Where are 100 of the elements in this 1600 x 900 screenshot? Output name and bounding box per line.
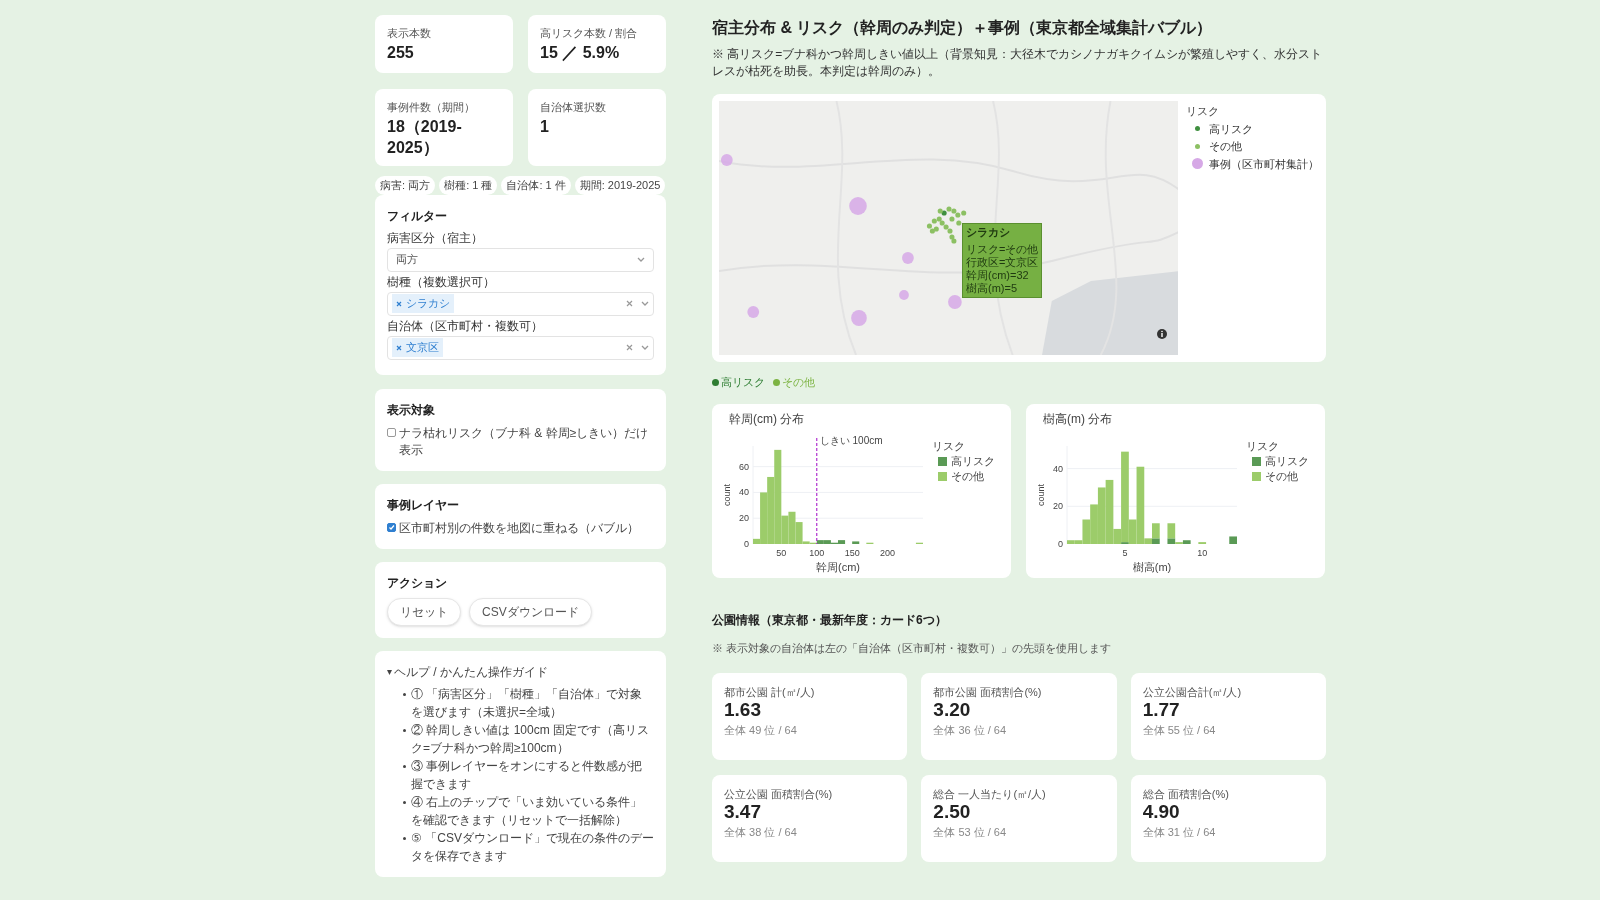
info-icon — [1157, 329, 1167, 339]
histogram-bar — [1097, 486, 1106, 544]
stat-label: 都市公園 計(㎡/人) — [724, 686, 816, 699]
help-text: ② 幹周しきい値は 100cm 固定です（高リスク=ブナ科かつ幹周≥100cm） — [411, 721, 651, 757]
panel-title: アクション — [387, 574, 448, 592]
field-label: 自治体（区市町村・複数可） — [387, 318, 544, 334]
histogram-bar — [852, 540, 860, 544]
tooltip-line: 行政区=文京区 — [966, 256, 1039, 269]
x-axis-label: 樹高(m) — [1132, 560, 1172, 573]
y-tick-label: 20 — [739, 512, 749, 523]
kpi-value: 15 ／ 5.9% — [540, 43, 621, 63]
kpi-label: 事例件数（期間） — [387, 101, 476, 114]
tooltip-line: 樹高(m)=5 — [966, 282, 1019, 295]
tooltip-title: シラカシ — [966, 226, 1011, 239]
kpi-value: 255 — [387, 43, 415, 63]
legend-label: 高リスク — [1209, 121, 1253, 137]
multi-select-field[interactable]: シラカシ — [387, 291, 654, 316]
help-toggle[interactable]: ▾ ヘルプ / かんたん操作ガイド — [387, 662, 654, 681]
stat-rank: 全体 55 位 / 64 — [1142, 723, 1217, 738]
kpi-label: 高リスク本数 / 割合 — [540, 27, 639, 40]
action-button[interactable]: リセット — [387, 597, 461, 626]
clear-icon — [626, 344, 633, 351]
selected-tag[interactable]: シラカシ — [392, 294, 454, 313]
checkbox[interactable] — [387, 522, 396, 532]
threshold-label: しきい 100cm — [819, 434, 883, 446]
tooltip-line: リスク=その他 — [966, 243, 1039, 256]
note-text: ※ 高リスク=ブナ科かつ幹周しきい値以上（背景知見：大径木でカシノナガキクイムシが繁殖しやすく、水分ストレスが枯死を助長。本判定は幹周のみ）。 — [712, 46, 1324, 80]
panel-title: フィルター — [387, 207, 448, 225]
legend-label: その他 — [951, 469, 984, 482]
legend-label: 事例（区市町村集計） — [1209, 156, 1319, 172]
x-tick-label: 10 — [1197, 547, 1208, 558]
multi-select-field[interactable]: 文京区 — [387, 335, 654, 360]
page-title: 宿主分布 & リスク（幹周のみ判定）＋事例（東京都全域集計バブル） — [712, 18, 1214, 38]
caret-icon — [637, 256, 645, 263]
filter-chip: 自治体: 1 件 — [501, 176, 571, 195]
legend-label: その他 — [1209, 139, 1242, 154]
checkbox[interactable] — [387, 427, 396, 437]
selected-tag[interactable]: 文京区 — [392, 338, 443, 357]
kpi-value: 18（2019-2025） — [387, 117, 463, 158]
y-tick-label: 40 — [1053, 463, 1063, 474]
y-tick-label: 40 — [739, 486, 749, 497]
chart-title: 幹周(cm) 分布 — [728, 410, 806, 428]
legend-label: 高リスク — [721, 375, 765, 390]
legend-label: 高リスク — [1265, 454, 1309, 467]
y-axis-label: count — [722, 483, 732, 506]
stat-label: 総合 一人当たり(㎡/人) — [933, 788, 1047, 801]
action-button[interactable]: CSVダウンロード — [469, 597, 592, 626]
x-tick-label: 50 — [776, 547, 787, 558]
y-axis-label: count — [1036, 483, 1046, 506]
check-icon — [388, 523, 395, 531]
stat-value: 4.90 — [1142, 801, 1181, 822]
stat-value: 1.77 — [1142, 699, 1181, 720]
y-tick-label: 60 — [739, 461, 749, 472]
stat-label: 総合 面積割合(%) — [1142, 788, 1230, 801]
legend-title: リスク — [1186, 104, 1220, 119]
section-title: 公園情報（東京都・最新年度：カード6つ） — [712, 611, 948, 629]
x-tick-label: 200 — [880, 547, 896, 558]
x-tick-label: 100 — [809, 547, 825, 558]
help-text: ④ 右上のチップで「いま効いている条件」を確認できます（リセットで一括解除） — [411, 793, 644, 829]
filter-chip: 期間: 2019-2025 — [574, 176, 666, 195]
stat-rank: 全体 49 位 / 64 — [724, 723, 798, 738]
kpi-label: 表示本数 — [387, 27, 432, 40]
stat-rank: 全体 38 位 / 64 — [724, 825, 798, 840]
note-text: ※ 表示対象の自治体は左の「自治体（区市町村・複数可）」の先頭を使用します — [712, 640, 1113, 656]
field-label: 樹種（複数選択可） — [387, 274, 496, 290]
field-label: 病害区分（宿主） — [387, 230, 484, 246]
stat-label: 公立公園 面積割合(%) — [724, 788, 834, 801]
stat-value: 3.20 — [933, 699, 972, 720]
dropdown-field[interactable]: 両方 — [387, 247, 654, 272]
x-tick-label: 150 — [844, 547, 860, 558]
filter-chip: 病害: 両方 — [375, 176, 436, 195]
remove-icon — [396, 300, 402, 307]
legend-label: その他 — [782, 375, 815, 390]
stat-value: 1.63 — [724, 699, 762, 720]
stat-value: 3.47 — [724, 801, 762, 822]
y-tick-label: 20 — [1053, 500, 1063, 511]
histogram-bar — [1229, 535, 1237, 544]
panel-title: 事例レイヤー — [387, 496, 460, 514]
checkbox-option[interactable]: 区市町村別の件数を地図に重ねる（バブル） — [387, 519, 654, 537]
stat-rank: 全体 53 位 / 64 — [933, 825, 1008, 840]
panel-title: 表示対象 — [387, 401, 436, 419]
clear-icon — [626, 300, 633, 307]
kpi-label: 自治体選択数 — [540, 101, 607, 114]
caret-icon — [641, 300, 649, 307]
y-tick-label: 0 — [1058, 538, 1063, 549]
stat-rank: 全体 36 位 / 64 — [933, 723, 1008, 738]
checkbox-option[interactable]: ナラ枯れリスク（ブナ科 & 幹周≥しきい）だけ表示 — [387, 424, 654, 459]
stat-value: 2.50 — [933, 801, 972, 822]
stat-label: 公立公園合計(㎡/人) — [1142, 686, 1243, 699]
filter-chip: 樹種: 1 種 — [439, 176, 498, 195]
kpi-value: 1 — [540, 117, 550, 137]
histogram-bar — [1198, 541, 1207, 544]
x-tick-label: 5 — [1122, 547, 1128, 558]
help-text: ③ 事例レイヤーをオンにすると件数感が把握できます — [411, 757, 644, 793]
legend-label: 高リスク — [951, 454, 995, 467]
help-text: ⑤ 「CSVダウンロード」で現在の条件のデータを保存できます — [411, 829, 654, 865]
chart-title: 樹高(m) 分布 — [1042, 410, 1114, 428]
caret-icon — [641, 344, 649, 351]
legend-label: その他 — [1265, 469, 1298, 482]
stat-label: 都市公園 面積割合(%) — [933, 686, 1043, 699]
